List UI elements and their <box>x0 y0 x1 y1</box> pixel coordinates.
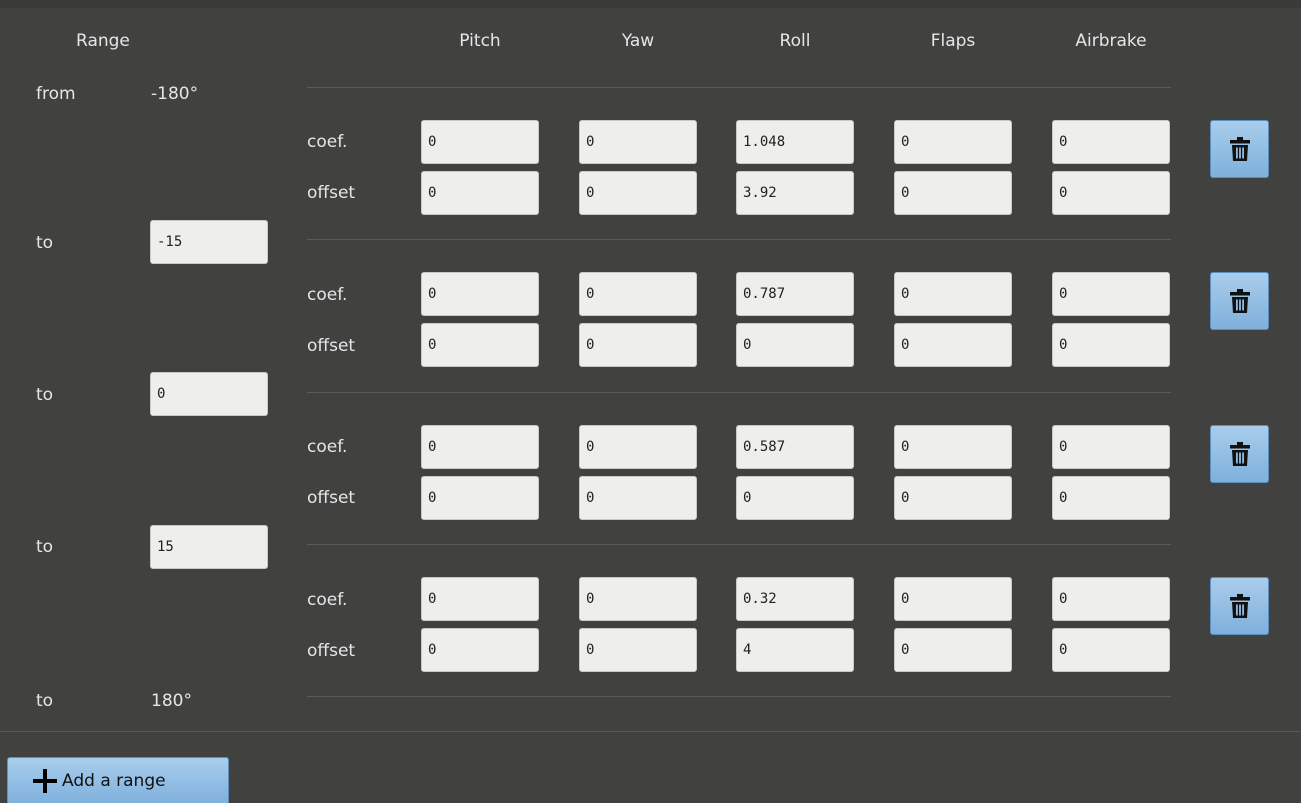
to-label: to <box>36 233 54 253</box>
separator <box>307 87 1171 88</box>
roll-coef-input[interactable] <box>736 425 854 469</box>
roll-coef-input[interactable] <box>736 577 854 621</box>
airbrake-offset-input[interactable] <box>1052 171 1170 215</box>
coef-label: coef. <box>307 285 348 305</box>
roll-offset-input[interactable] <box>736 171 854 215</box>
range-header: Range <box>76 31 130 51</box>
top-strip <box>0 0 1301 8</box>
footer-divider <box>0 731 1301 732</box>
breakpoint-input-3[interactable] <box>150 525 268 569</box>
airbrake-coef-input[interactable] <box>1052 425 1170 469</box>
trash-icon <box>1229 289 1250 313</box>
pitch-coef-input[interactable] <box>421 425 539 469</box>
flaps-coef-input[interactable] <box>894 120 1012 164</box>
from-label: from <box>36 84 76 104</box>
yaw-offset-input[interactable] <box>579 171 697 215</box>
breakpoint-input-2[interactable] <box>150 372 268 416</box>
offset-label: offset <box>307 183 356 203</box>
airbrake-header: Airbrake <box>1075 31 1147 51</box>
airbrake-coef-input[interactable] <box>1052 272 1170 316</box>
separator <box>307 239 1171 240</box>
plus-icon <box>33 768 57 793</box>
pitch-coef-input[interactable] <box>421 577 539 621</box>
yaw-coef-input[interactable] <box>579 577 697 621</box>
pitch-offset-input[interactable] <box>421 476 539 520</box>
delete-range-button[interactable] <box>1210 425 1269 483</box>
separator <box>307 544 1171 545</box>
yaw-offset-input[interactable] <box>579 628 697 672</box>
offset-label: offset <box>307 488 356 508</box>
roll-coef-input[interactable] <box>736 120 854 164</box>
airbrake-offset-input[interactable] <box>1052 323 1170 367</box>
airbrake-coef-input[interactable] <box>1052 120 1170 164</box>
yaw-coef-input[interactable] <box>579 272 697 316</box>
offset-label: offset <box>307 641 356 661</box>
separator <box>307 696 1171 697</box>
flaps-offset-input[interactable] <box>894 476 1012 520</box>
pitch-offset-input[interactable] <box>421 323 539 367</box>
yaw-coef-input[interactable] <box>579 425 697 469</box>
flaps-header: Flaps <box>930 31 976 51</box>
flaps-offset-input[interactable] <box>894 323 1012 367</box>
end-value: 180° <box>151 691 192 711</box>
yaw-coef-input[interactable] <box>579 120 697 164</box>
to-label: to <box>36 691 54 711</box>
offset-label: offset <box>307 336 356 356</box>
airbrake-offset-input[interactable] <box>1052 628 1170 672</box>
breakpoint-input-1[interactable] <box>150 220 268 264</box>
airbrake-offset-input[interactable] <box>1052 476 1170 520</box>
coef-label: coef. <box>307 437 348 457</box>
airbrake-coef-input[interactable] <box>1052 577 1170 621</box>
coef-label: coef. <box>307 590 348 610</box>
pitch-coef-input[interactable] <box>421 272 539 316</box>
roll-offset-input[interactable] <box>736 323 854 367</box>
trash-icon <box>1229 442 1250 466</box>
flaps-coef-input[interactable] <box>894 425 1012 469</box>
trash-icon <box>1229 594 1250 618</box>
yaw-offset-input[interactable] <box>579 476 697 520</box>
yaw-offset-input[interactable] <box>579 323 697 367</box>
pitch-coef-input[interactable] <box>421 120 539 164</box>
roll-coef-input[interactable] <box>736 272 854 316</box>
flaps-offset-input[interactable] <box>894 628 1012 672</box>
pitch-offset-input[interactable] <box>421 628 539 672</box>
delete-range-button[interactable] <box>1210 120 1269 178</box>
flaps-coef-input[interactable] <box>894 577 1012 621</box>
pitch-header: Pitch <box>459 31 501 51</box>
flaps-coef-input[interactable] <box>894 272 1012 316</box>
yaw-header: Yaw <box>621 31 655 51</box>
roll-header: Roll <box>779 31 811 51</box>
add-range-label: Add a range <box>62 770 166 791</box>
delete-range-button[interactable] <box>1210 577 1269 635</box>
separator <box>307 392 1171 393</box>
add-range-button[interactable]: Add a range <box>7 757 229 803</box>
coef-label: coef. <box>307 132 348 152</box>
trash-icon <box>1229 137 1250 161</box>
roll-offset-input[interactable] <box>736 628 854 672</box>
to-label: to <box>36 385 54 405</box>
roll-offset-input[interactable] <box>736 476 854 520</box>
pitch-offset-input[interactable] <box>421 171 539 215</box>
from-value: -180° <box>151 84 199 104</box>
flaps-offset-input[interactable] <box>894 171 1012 215</box>
to-label: to <box>36 537 54 557</box>
delete-range-button[interactable] <box>1210 272 1269 330</box>
